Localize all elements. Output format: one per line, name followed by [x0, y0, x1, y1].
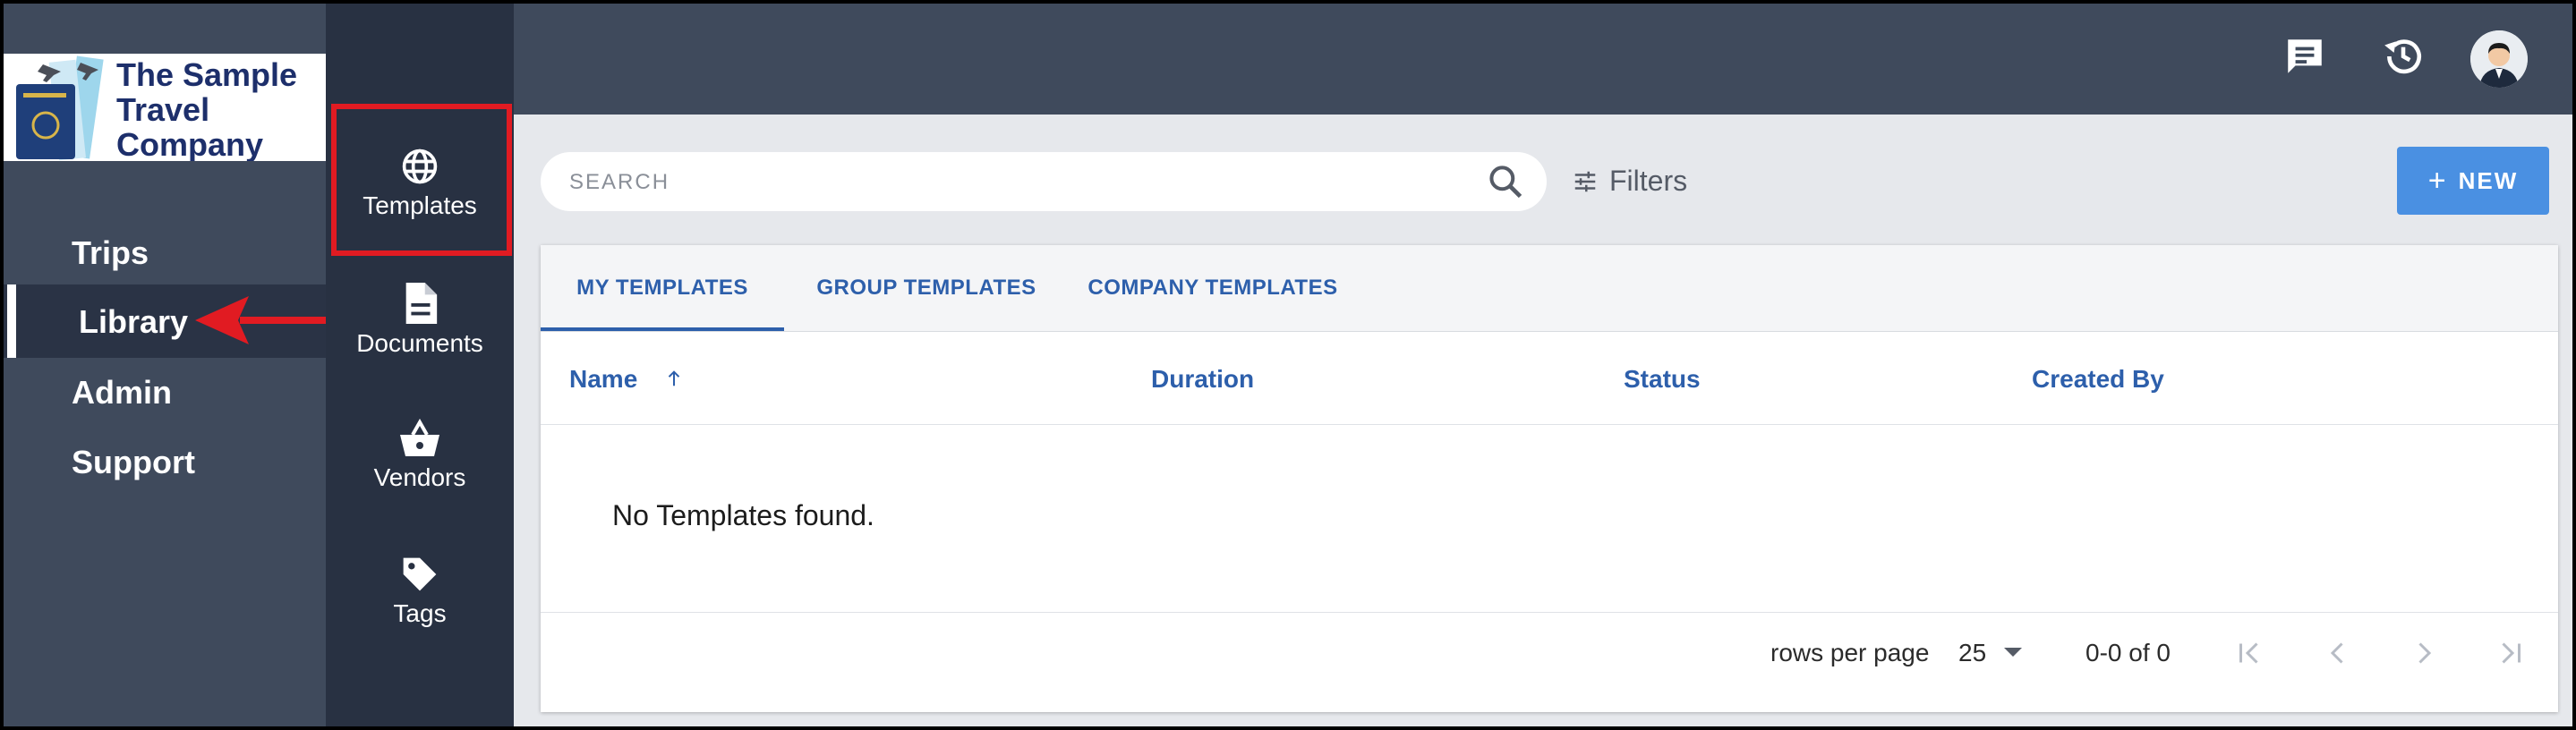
search-bar	[541, 152, 1547, 211]
app-window: The Sample Travel Company Trips Library …	[4, 4, 2572, 726]
tab-group-templates[interactable]: GROUP TEMPLATES	[784, 245, 1069, 331]
plus-icon: +	[2427, 163, 2448, 198]
company-name-line1: The Sample	[116, 56, 298, 93]
header-divider	[541, 424, 2558, 425]
history-icon[interactable]	[2381, 34, 2426, 79]
tune-icon	[1574, 171, 1596, 191]
annotation-arrow-icon	[195, 296, 249, 344]
tab-bar: MY TEMPLATES GROUP TEMPLATES COMPANY TEM…	[541, 245, 2558, 332]
column-header-duration[interactable]: Duration	[1151, 365, 1254, 394]
nav-item-trips[interactable]: Trips	[72, 234, 149, 272]
library-item-tags[interactable]: Tags	[326, 555, 514, 628]
rows-per-page-value: 25	[1958, 639, 1987, 666]
annotation-arrow-shaft	[240, 317, 338, 324]
library-item-label: Tags	[393, 599, 447, 627]
basket-icon	[400, 419, 439, 456]
chat-icon[interactable]	[2282, 34, 2327, 79]
search-input[interactable]	[567, 161, 1430, 204]
search-icon[interactable]	[1486, 162, 1525, 201]
company-name-line3: Company	[116, 126, 264, 161]
previous-page-icon[interactable]	[2322, 637, 2354, 669]
filters-button[interactable]: Filters	[1572, 165, 1687, 198]
globe-icon	[402, 149, 438, 184]
top-header	[514, 4, 2572, 115]
last-page-icon[interactable]	[2494, 637, 2526, 669]
company-name: The Sample Travel Company	[116, 57, 297, 161]
user-avatar-icon	[2470, 30, 2528, 88]
first-page-icon[interactable]	[2234, 637, 2266, 669]
rows-per-page-label: rows per page	[1770, 639, 1930, 666]
templates-card: MY TEMPLATES GROUP TEMPLATES COMPANY TEM…	[541, 245, 2558, 712]
pagination-range: 0-0 of 0	[2086, 639, 2171, 666]
column-header-name[interactable]: Name	[569, 365, 684, 394]
nav-item-library[interactable]: Library	[79, 303, 188, 341]
nav-item-support[interactable]: Support	[72, 444, 195, 481]
avatar[interactable]	[2470, 30, 2528, 88]
library-item-label: Templates	[363, 191, 477, 219]
sort-arrow-up-icon[interactable]	[664, 369, 684, 388]
library-item-templates[interactable]: Templates	[326, 147, 514, 220]
new-button-label: NEW	[2458, 166, 2519, 194]
document-icon	[405, 283, 438, 324]
company-logo[interactable]: The Sample Travel Company	[4, 54, 326, 161]
rows-per-page-select[interactable]: 25	[1958, 639, 2022, 667]
column-header-created-by[interactable]: Created By	[2032, 365, 2164, 394]
tab-my-templates[interactable]: MY TEMPLATES	[541, 245, 784, 331]
filters-label: Filters	[1609, 165, 1688, 197]
library-item-vendors[interactable]: Vendors	[326, 419, 514, 492]
nav-active-indicator	[7, 284, 16, 358]
column-header-label: Name	[569, 365, 638, 393]
left-nav: The Sample Travel Company Trips Library …	[4, 4, 338, 726]
new-button[interactable]: + NEW	[2397, 147, 2549, 215]
footer-divider	[541, 612, 2558, 613]
nav-item-admin[interactable]: Admin	[72, 374, 172, 412]
passport-logo-icon	[16, 55, 104, 161]
tag-icon	[403, 557, 437, 591]
column-header-status[interactable]: Status	[1624, 365, 1701, 394]
next-page-icon[interactable]	[2408, 637, 2440, 669]
library-item-label: Documents	[356, 329, 483, 357]
library-item-documents[interactable]: Documents	[326, 283, 514, 358]
library-item-label: Vendors	[373, 463, 466, 491]
empty-message: No Templates found.	[612, 499, 874, 531]
caret-down-icon	[2003, 648, 2022, 657]
company-name-line2: Travel	[116, 91, 210, 128]
tab-company-templates[interactable]: COMPANY TEMPLATES	[1069, 245, 1357, 331]
